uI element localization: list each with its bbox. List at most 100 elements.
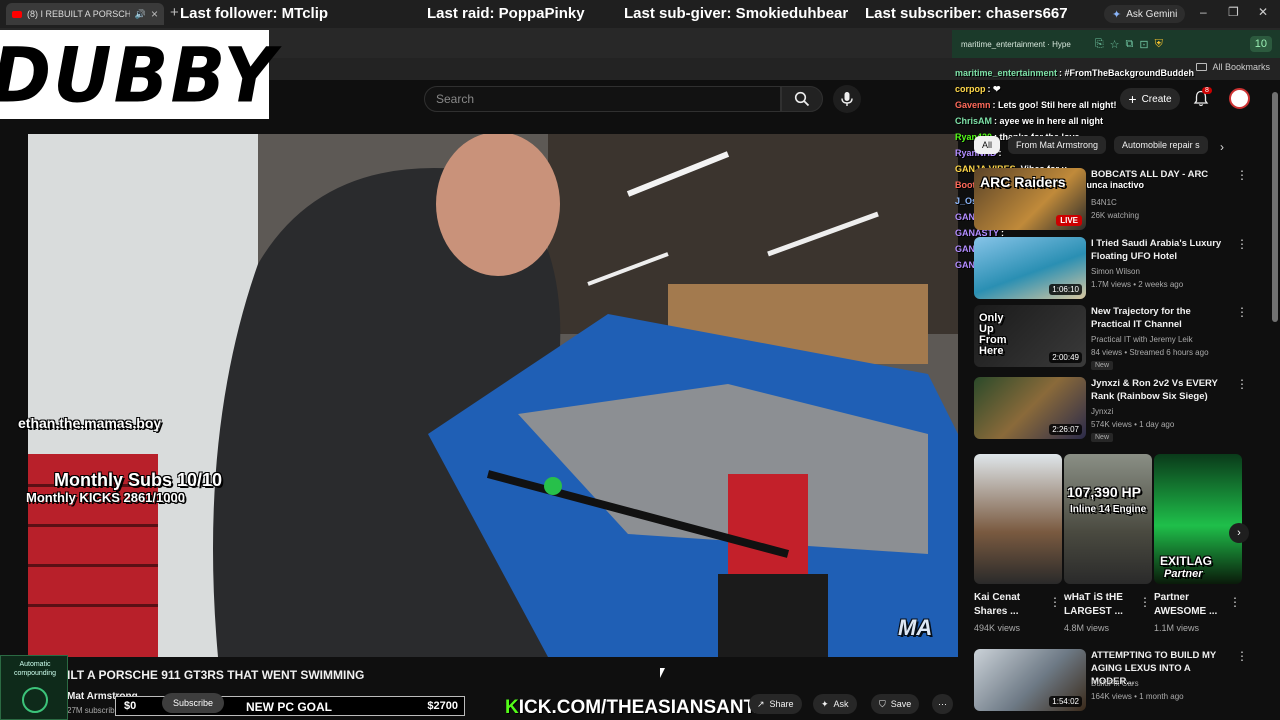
thumbnail-text: ARC Raiders <box>980 174 1066 190</box>
extension-icon[interactable]: ⧉ <box>1126 38 1134 51</box>
thumbnail-text: Partner <box>1164 568 1203 580</box>
chat-username[interactable]: Gavemn <box>955 100 991 110</box>
minimize-button[interactable]: – <box>1200 5 1207 19</box>
subscribe-button[interactable]: Subscribe <box>162 693 224 713</box>
chat-header: maritime_entertainment · Hype ⎘ ☆ ⧉ ⊡ ⛨ … <box>952 30 1280 58</box>
chat-text: : ❤ <box>987 84 1001 94</box>
maximize-button[interactable]: ❐ <box>1228 5 1239 19</box>
channel-name[interactable]: Practical IT with Jeremy Leik <box>1091 335 1193 344</box>
last-sub-giver-label: Last sub-giver: Smokieduhbear <box>624 5 849 22</box>
chat-message: corpop: ❤ <box>955 84 1001 95</box>
share-button[interactable]: ↗ Share <box>749 694 802 714</box>
video-watermark: MA <box>898 615 933 640</box>
channel-name[interactable]: Simon Wilson <box>1091 267 1140 276</box>
last-follower-label: Last follower: MTclip <box>180 5 329 22</box>
short-thumbnail[interactable]: 107,390 HP Inline 14 Engine <box>1064 454 1152 584</box>
video-player[interactable]: MA <box>28 134 958 657</box>
short-title[interactable]: wHaT iS tHE LARGEST ... <box>1064 591 1136 619</box>
kick-url-banner: KICK.COM/THEASIANSANTA <box>505 697 768 719</box>
video-meta: 574K views • 1 day ago <box>1091 420 1175 429</box>
star-icon[interactable]: ☆ <box>1110 38 1120 51</box>
more-options-icon[interactable]: ⋮ <box>1236 168 1248 182</box>
browser-tab-title: (8) I REBUILT A PORSCHE 9 <box>27 9 130 19</box>
save-button[interactable]: ⛉ Save <box>871 694 920 714</box>
chip-from-channel[interactable]: From Mat Armstrong <box>1008 136 1107 154</box>
more-options-icon[interactable]: ⋮ <box>1229 595 1241 609</box>
video-thumbnail[interactable]: 1:06:10 <box>974 237 1086 299</box>
short-thumbnail[interactable]: EXITLAG Partner <box>1154 454 1242 584</box>
scrollbar[interactable] <box>1272 92 1278 322</box>
browser-tab[interactable]: (8) I REBUILT A PORSCHE 9 🔊 × <box>6 3 164 25</box>
more-options-icon[interactable]: ⋮ <box>1139 595 1151 609</box>
live-badge: LIVE <box>1056 215 1082 226</box>
screenshot-icon[interactable]: ⊡ <box>1139 38 1148 51</box>
dubby-logo: DUBBY <box>0 30 276 119</box>
video-frame-image <box>28 134 958 657</box>
shield-icon[interactable]: ⛨ <box>1155 38 1163 51</box>
plus-icon: + <box>1128 91 1137 107</box>
video-thumbnail[interactable]: ARC Raiders LIVE <box>974 168 1086 230</box>
video-thumbnail[interactable]: Only Up From Here 2:00:49 <box>974 305 1086 367</box>
more-actions-button[interactable]: ⋯ <box>932 694 953 714</box>
new-tab-button[interactable]: + <box>170 4 179 21</box>
short-title[interactable]: Kai Cenat Shares ... <box>974 591 1046 619</box>
chip-all[interactable]: All <box>974 136 1001 154</box>
channel-name[interactable]: BuildFix Cars <box>1091 679 1139 688</box>
all-bookmarks-button[interactable]: All Bookmarks <box>1196 62 1270 72</box>
recommendation-title[interactable]: New Trajectory for the Practical IT Chan… <box>1091 305 1231 331</box>
more-options-icon[interactable]: ⋮ <box>1236 377 1248 391</box>
notification-count-badge: 8 <box>1202 87 1212 94</box>
chat-username[interactable]: corpop <box>955 84 986 94</box>
ask-button[interactable]: ✦ Ask <box>813 694 857 714</box>
more-options-icon[interactable]: ⋮ <box>1236 649 1248 663</box>
chevron-right-icon[interactable]: › <box>1220 140 1224 154</box>
video-thumbnail[interactable]: 1:54:02 <box>974 649 1086 711</box>
close-tab-icon[interactable]: × <box>151 7 158 21</box>
short-item[interactable]: EXITLAG Partner Partner AWESOME ... 1.1M… <box>1154 454 1242 633</box>
duration-badge: 1:06:10 <box>1049 284 1082 295</box>
channel-name[interactable]: Jynxzi <box>1091 407 1113 416</box>
video-title: ILT A PORSCHE 911 GT3RS THAT WENT SWIMMI… <box>67 668 365 682</box>
cast-icon[interactable]: ⎘ <box>1095 38 1104 51</box>
voice-search-button[interactable] <box>833 85 861 113</box>
dubby-logo-text: DUBBY <box>0 30 278 119</box>
new-badge: New <box>1091 433 1114 442</box>
short-views: 4.8M views <box>1064 623 1110 633</box>
kick-url-prefix: K <box>505 697 519 718</box>
chat-message: maritime_entertainment: #FromTheBackgrou… <box>955 68 1194 78</box>
notifications-button[interactable]: 8 <box>1193 87 1212 112</box>
recommendation-title[interactable]: Jynxzi & Ron 2v2 Vs EVERY Rank (Rainbow … <box>1091 377 1231 403</box>
account-avatar[interactable] <box>1229 88 1250 109</box>
create-label: Create <box>1141 93 1172 105</box>
search-input[interactable]: Search <box>424 86 781 112</box>
video-thumbnail[interactable]: 2:26:07 <box>974 377 1086 439</box>
ask-label: Ask <box>833 699 849 709</box>
ask-gemini-button[interactable]: ✦ Ask Gemini <box>1104 5 1186 23</box>
chat-username[interactable]: ChrisAM <box>955 116 992 126</box>
compounding-label: Automatic compounding <box>13 661 57 677</box>
recommendation-title[interactable]: I Tried Saudi Arabia's Luxury Floating U… <box>1091 237 1231 263</box>
chat-header-label: maritime_entertainment · Hype <box>961 39 1071 49</box>
short-item[interactable]: 107,390 HP Inline 14 Engine wHaT iS tHE … <box>1064 454 1152 633</box>
chip-automobile-repair[interactable]: Automobile repair s <box>1114 136 1208 154</box>
gemini-sparkle-icon: ✦ <box>1112 8 1122 21</box>
recommendation-title[interactable]: BOBCATS ALL DAY - ARC <box>1091 168 1231 181</box>
chevron-right-icon[interactable]: › <box>1229 523 1249 543</box>
search-button[interactable] <box>781 86 823 112</box>
goal-current-amount: $0 <box>124 700 137 712</box>
more-options-icon[interactable]: ⋮ <box>1049 595 1061 609</box>
short-views: 494K views <box>974 623 1021 633</box>
duration-badge: 1:54:02 <box>1049 696 1082 707</box>
thumbnail-text: Only Up From Here <box>979 312 1007 357</box>
save-label: Save <box>890 699 912 709</box>
chat-username[interactable]: maritime_entertainment <box>955 68 1057 78</box>
short-item[interactable]: Kai Cenat Shares ... 494K views ⋮ <box>974 454 1062 633</box>
close-window-button[interactable]: ✕ <box>1258 5 1268 19</box>
more-options-icon[interactable]: ⋮ <box>1236 305 1248 319</box>
more-options-icon[interactable]: ⋮ <box>1236 237 1248 251</box>
speaker-icon[interactable]: 🔊 <box>135 9 146 20</box>
short-thumbnail[interactable] <box>974 454 1062 584</box>
channel-name[interactable]: B4N1C <box>1091 198 1117 207</box>
create-button[interactable]: + Create <box>1120 88 1180 110</box>
short-title[interactable]: Partner AWESOME ... <box>1154 591 1226 619</box>
